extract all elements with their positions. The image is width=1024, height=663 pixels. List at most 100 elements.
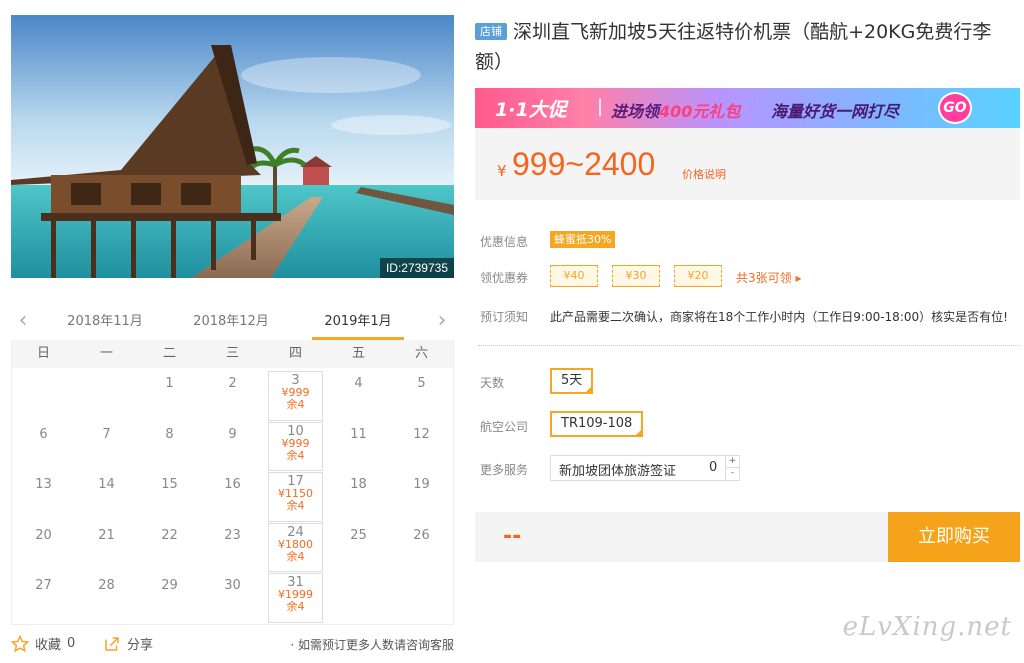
weekday-header: 日 一 二 三 四 五 六: [12, 340, 453, 368]
calendar-day: 5: [390, 371, 453, 422]
promo-banner[interactable]: 1·1大促 | 进场领400元礼包 海量好货一网打尽 GO: [475, 88, 1020, 128]
calendar-day: 13: [12, 472, 75, 523]
month-tab-2019-01[interactable]: 2019年1月: [312, 312, 404, 340]
calendar-day: 12: [390, 422, 453, 473]
airline-option[interactable]: TR109-108: [550, 411, 644, 437]
day-number: 7: [102, 426, 111, 442]
calendar-day: 7: [75, 422, 138, 473]
calendar-day-available[interactable]: 10 ¥999 余4: [268, 421, 323, 471]
day-number: 14: [98, 477, 115, 492]
day-number: 25: [350, 527, 367, 543]
calendar-day: 29: [138, 573, 201, 624]
day-number: 27: [35, 578, 52, 593]
service-label: 更多服务: [480, 463, 529, 477]
favorite-count: 0: [67, 636, 76, 651]
day-number: 26: [413, 527, 430, 543]
coupon-40[interactable]: ¥40: [550, 265, 598, 287]
day-number: 5: [417, 376, 426, 391]
favorite-label: 收藏: [35, 638, 62, 653]
day-price: ¥999: [281, 436, 310, 450]
get-all-coupons-link[interactable]: 共3张可领 ▸: [736, 269, 801, 286]
promo-slogan: 海量好货一网打尽: [771, 102, 900, 121]
day-number: 13: [35, 477, 52, 492]
day-number: 9: [228, 426, 237, 442]
days-label: 天数: [480, 376, 505, 390]
day-number: 11: [350, 426, 367, 442]
favorite-button[interactable]: 收藏 0: [11, 634, 75, 653]
weekday-sat: 六: [414, 346, 428, 361]
month-tab-2018-12[interactable]: 2018年12月: [185, 312, 277, 340]
calendar-day-available[interactable]: 31 ¥1999 余4: [268, 573, 323, 623]
month-navigation: ‹ 2018年11月 2018年12月 2019年1月 ›: [11, 308, 454, 340]
share-button[interactable]: 分享: [103, 634, 153, 653]
weekday-mon: 一: [99, 346, 113, 361]
shop-tag[interactable]: 店铺: [475, 23, 507, 40]
day-number: 22: [161, 527, 178, 543]
calendar-day: 1: [138, 371, 201, 422]
weekday-wed: 三: [225, 346, 239, 361]
star-icon: [11, 634, 29, 652]
day-number: 19: [413, 477, 430, 492]
day-remaining: 余4: [286, 600, 305, 613]
service-quantity[interactable]: 0: [709, 460, 717, 475]
day-remaining: 余4: [286, 398, 305, 411]
calendar-day: 15: [138, 472, 201, 523]
weekday-sun: 日: [36, 346, 50, 361]
coupon-20[interactable]: ¥20: [674, 265, 722, 287]
site-watermark: eLvXing.net: [842, 612, 1012, 642]
weekday-thu: 四: [288, 346, 302, 361]
calendar-day: 8: [138, 422, 201, 473]
service-name: 新加坡团体旅游签证: [559, 464, 677, 479]
calendar-day: 25: [327, 523, 390, 574]
calendar-day: 14: [75, 472, 138, 523]
day-number: 28: [98, 578, 115, 593]
calendar-day-available[interactable]: 3 ¥999 余4: [268, 371, 323, 421]
coupon-30[interactable]: ¥30: [612, 265, 660, 287]
day-remaining: 余4: [286, 549, 305, 563]
calendar-day: 16: [201, 472, 264, 523]
promo-go-button[interactable]: GO: [938, 92, 972, 124]
month-tab-2018-11[interactable]: 2018年11月: [59, 312, 151, 340]
product-title-text: 深圳直飞新加坡5天往返特价机票（酷航+20KG免费行李额）: [475, 21, 992, 73]
weekday-fri: 五: [351, 346, 365, 361]
day-number: 29: [161, 578, 178, 593]
calendar-day: 27: [12, 573, 75, 624]
decrement-button[interactable]: -: [725, 468, 739, 480]
discount-label: 优惠信息: [480, 235, 529, 249]
days-option[interactable]: 5天: [550, 368, 594, 394]
chevron-right-icon[interactable]: ›: [432, 310, 452, 334]
day-number: 23: [224, 527, 241, 543]
day-number: 15: [161, 477, 178, 492]
day-remaining: 余4: [286, 499, 305, 512]
day-number: 30: [224, 578, 241, 593]
price-note-link[interactable]: 价格说明: [682, 166, 726, 182]
calendar-day: 26: [390, 523, 453, 574]
selected-check-icon: [584, 385, 594, 394]
action-bar: 收藏 0 分享 · 如需预订更多人数请咨询客服: [11, 632, 454, 656]
image-id-label: ID:2739735: [379, 258, 454, 278]
calendar-day-available[interactable]: 24 ¥1800 余4: [268, 522, 323, 572]
calendar-day: 19: [390, 472, 453, 523]
calendar-day: 11: [327, 422, 390, 473]
day-number: 2: [228, 376, 237, 391]
product-image[interactable]: ID:2739735: [11, 15, 454, 278]
calendar-days: 1 2 3 ¥999 余4 4 5 6 7 8 9 10 ¥999 余4 11 12 13 14 15 16 17 ¥11…: [12, 368, 453, 624]
weekday-tue: 二: [162, 346, 176, 361]
calendar-day: [12, 371, 75, 422]
day-number: 4: [354, 376, 363, 391]
buy-now-button[interactable]: 立即购买: [888, 512, 1020, 562]
divider: [478, 345, 1020, 346]
calendar-day: 6: [12, 422, 75, 473]
increment-button[interactable]: +: [725, 456, 739, 468]
day-number: 6: [39, 426, 48, 442]
calendar-day: [327, 573, 390, 624]
day-number: 20: [35, 527, 52, 543]
promo-title: 1·1大促: [495, 99, 567, 121]
water-villa-photo: [11, 15, 454, 278]
chevron-left-icon[interactable]: ‹: [13, 310, 33, 334]
notice-text: 此产品需要二次确认，商家将在18个工作小时内（工作日9:00-18:00）核实是…: [550, 310, 1008, 324]
share-label: 分享: [127, 638, 154, 653]
discount-value: 蜂蜜抵30%: [550, 231, 616, 248]
calendar-day-available[interactable]: 17 ¥1150 余4: [268, 472, 323, 522]
honey-discount-badge: 蜂蜜抵30%: [550, 231, 616, 248]
